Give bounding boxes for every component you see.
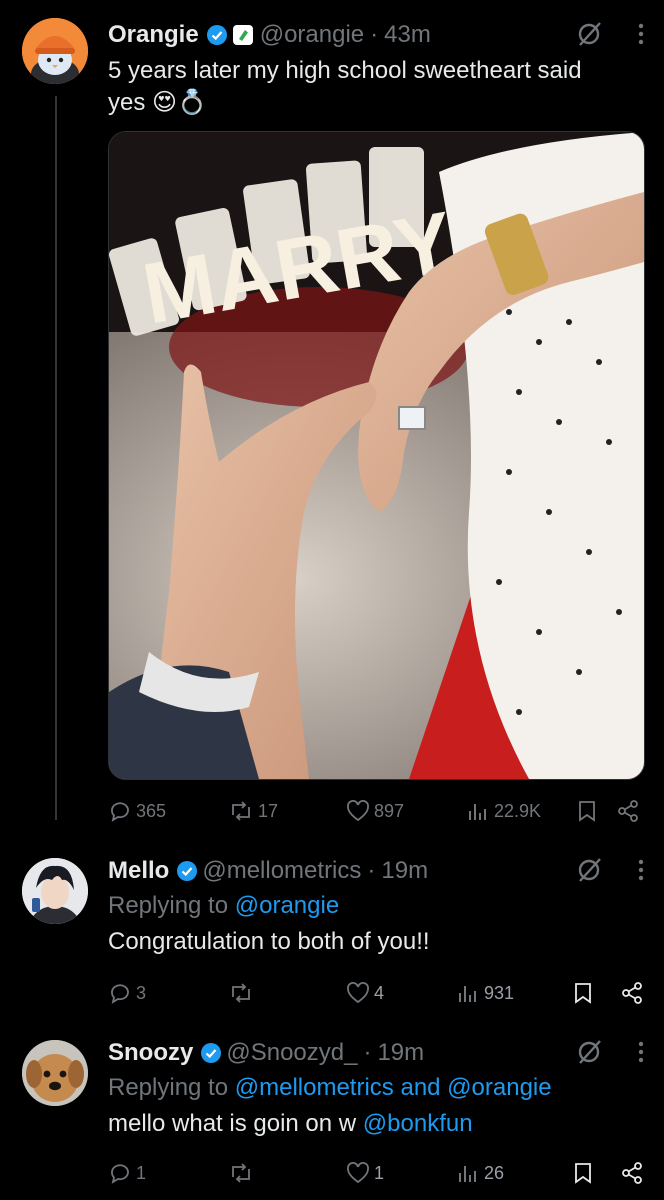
reply-button[interactable]: 365 [108,799,228,823]
separator: · [367,857,376,884]
replying-to-link[interactable]: @orangie [235,892,339,919]
reply-icon [111,984,129,1004]
reply-icon [111,1164,129,1184]
repost-icon [232,1163,250,1183]
views-icon [459,1166,476,1182]
share-button[interactable] [616,799,640,823]
like-count: 897 [374,800,405,821]
views-button[interactable]: 931 [456,982,572,1004]
tweet-text: mello what is goin on w [108,1110,357,1137]
reply-button[interactable]: 3 [108,981,228,1005]
author-name[interactable]: Mello [108,857,169,885]
tweet-text-line2: yes [108,89,146,116]
timestamp[interactable]: 43m [384,21,431,49]
like-button[interactable]: 897 [346,800,466,822]
tweet-text: Congratulation to both of you!! [108,928,430,955]
bookmark-button[interactable] [576,799,616,823]
views-icon [459,986,476,1002]
verified-icon [176,860,198,882]
author-name[interactable]: Orangie [108,21,199,49]
separator: · [363,1039,372,1066]
bookmark-icon [579,801,595,822]
author-handle[interactable]: @Snoozyd_ [226,1039,357,1067]
more-options-icon[interactable] [638,859,644,888]
tweet-photo[interactable]: MARRY [108,131,645,780]
tweet-orangie[interactable]: Orangie @orangie · 43m 5 years later my … [0,0,664,830]
replying-label: Replying to [108,892,229,919]
share-icon [622,982,642,1004]
affiliate-badge-icon [232,24,254,46]
separator: · [370,21,379,48]
repost-button[interactable]: 17 [228,799,346,823]
emoji-text: 😍💍 [152,89,207,116]
share-button[interactable] [620,1161,644,1185]
reply-count: 3 [136,982,147,1003]
replying-to-link[interactable]: @mellometrics and @orangie [235,1074,552,1101]
timestamp[interactable]: 19m [377,1039,424,1067]
repost-icon [232,801,250,821]
heart-icon [347,800,369,822]
heart-icon [347,982,369,1004]
author-handle[interactable]: @orangie [260,21,364,49]
like-count: 1 [374,1162,385,1183]
grok-icon[interactable] [576,1038,604,1073]
verified-icon [206,24,228,46]
bookmark-button[interactable] [572,1161,620,1185]
repost-icon [232,983,250,1003]
timestamp[interactable]: 19m [381,857,428,885]
grok-icon[interactable] [576,20,604,55]
bookmark-button[interactable] [572,981,620,1005]
reply-count: 1 [136,1162,147,1183]
share-icon [622,1162,642,1184]
view-count: 26 [484,1162,505,1183]
author-name[interactable]: Snoozy [108,1039,193,1067]
view-count: 931 [484,982,515,1003]
repost-button[interactable] [228,981,346,1005]
avatar[interactable] [22,1040,88,1106]
grok-icon[interactable] [576,856,604,891]
tweet-text-line1: 5 years later my high school sweetheart … [108,57,582,84]
heart-icon [347,1162,369,1184]
reply-count: 365 [136,800,167,821]
views-button[interactable]: 22.9K [466,800,576,822]
like-count: 4 [374,982,385,1003]
view-count: 22.9K [494,800,542,821]
repost-button[interactable] [228,1161,346,1185]
verified-icon [200,1042,222,1064]
share-button[interactable] [620,981,644,1005]
tweet-mello[interactable]: Mello @mellometrics · 19m Replying to @o… [0,840,664,1010]
avatar[interactable] [22,858,88,924]
mention-link[interactable]: @bonkfun [363,1110,473,1137]
reply-icon [111,802,129,822]
views-icon [469,804,486,820]
share-icon [618,800,638,822]
like-button[interactable]: 4 [346,982,456,1004]
bookmark-icon [575,1163,591,1184]
more-options-icon[interactable] [638,1041,644,1070]
tweet-snoozy[interactable]: Snoozy @Snoozyd_ · 19m Replying to @mell… [0,1022,664,1200]
avatar[interactable] [22,18,88,84]
repost-count: 17 [258,800,279,821]
replying-label: Replying to [108,1074,229,1101]
author-handle[interactable]: @mellometrics [202,857,361,885]
more-options-icon[interactable] [638,23,644,52]
views-button[interactable]: 26 [456,1162,572,1184]
reply-button[interactable]: 1 [108,1161,228,1185]
bookmark-icon [575,983,591,1004]
like-button[interactable]: 1 [346,1162,456,1184]
